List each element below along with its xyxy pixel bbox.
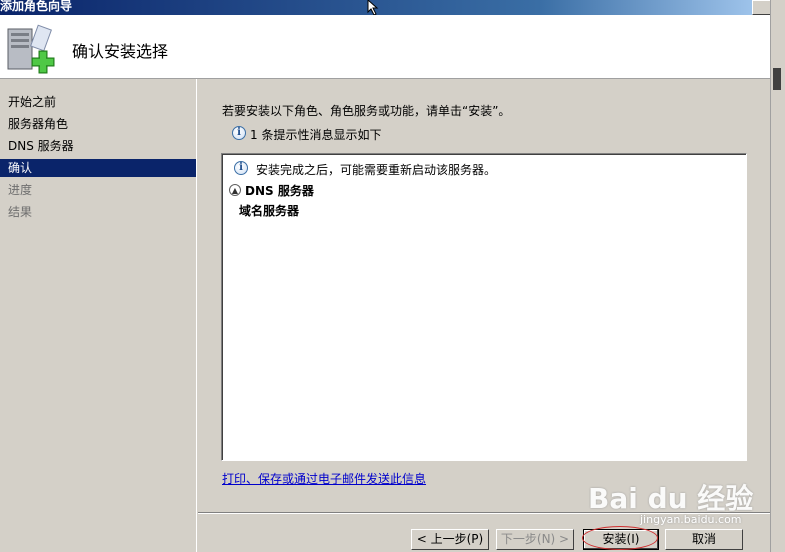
scrollbar[interactable]: [770, 0, 785, 552]
page-title: 确认安装选择: [72, 42, 169, 61]
instruction-text: 若要安装以下角色、角色服务或功能，请单击“安装”。: [222, 104, 511, 118]
prev-button[interactable]: < 上一步(P): [411, 529, 489, 550]
window-title: 添加角色向导: [0, 0, 73, 13]
watermark-url: jingyan.baidu.com: [640, 513, 742, 526]
highlight-ellipse: [582, 526, 658, 550]
info-message: 1 条提示性消息显示如下: [250, 128, 382, 142]
info-icon: i: [232, 126, 246, 140]
collapse-icon[interactable]: ▲: [229, 184, 241, 196]
mouse-cursor-icon: [367, 0, 379, 16]
step-dns-server[interactable]: DNS 服务器: [0, 137, 196, 155]
scrollbar-thumb[interactable]: [773, 68, 781, 90]
server-add-icon: [7, 24, 55, 74]
wizard-steps: 开始之前 服务器角色 DNS 服务器 确认 进度 结果: [0, 79, 197, 552]
watermark-logo: Bai du 经验: [588, 482, 754, 515]
maximize-button[interactable]: [752, 0, 772, 15]
restart-notice: 安装完成之后，可能需要重新启动该服务器。: [256, 163, 497, 177]
print-save-email-link[interactable]: 打印、保存或通过电子邮件发送此信息: [222, 470, 426, 487]
step-progress: 进度: [8, 183, 33, 197]
info-icon: i: [234, 161, 248, 175]
cancel-button[interactable]: 取消: [665, 529, 743, 550]
section-title: DNS 服务器: [245, 184, 314, 198]
section-item: 域名服务器: [239, 204, 300, 218]
step-server-roles[interactable]: 服务器角色: [0, 115, 196, 133]
title-bar: 添加角色向导: [0, 0, 772, 15]
step-confirmation[interactable]: 确认: [0, 159, 196, 177]
next-button: 下一步(N) >: [496, 529, 574, 550]
wizard-header: 确认安装选择: [0, 15, 770, 79]
confirmation-list[interactable]: i 安装完成之后，可能需要重新启动该服务器。 ▲ DNS 服务器 域名服务器: [221, 153, 747, 461]
step-before-you-begin[interactable]: 开始之前: [0, 93, 196, 111]
step-results: 结果: [8, 205, 33, 219]
